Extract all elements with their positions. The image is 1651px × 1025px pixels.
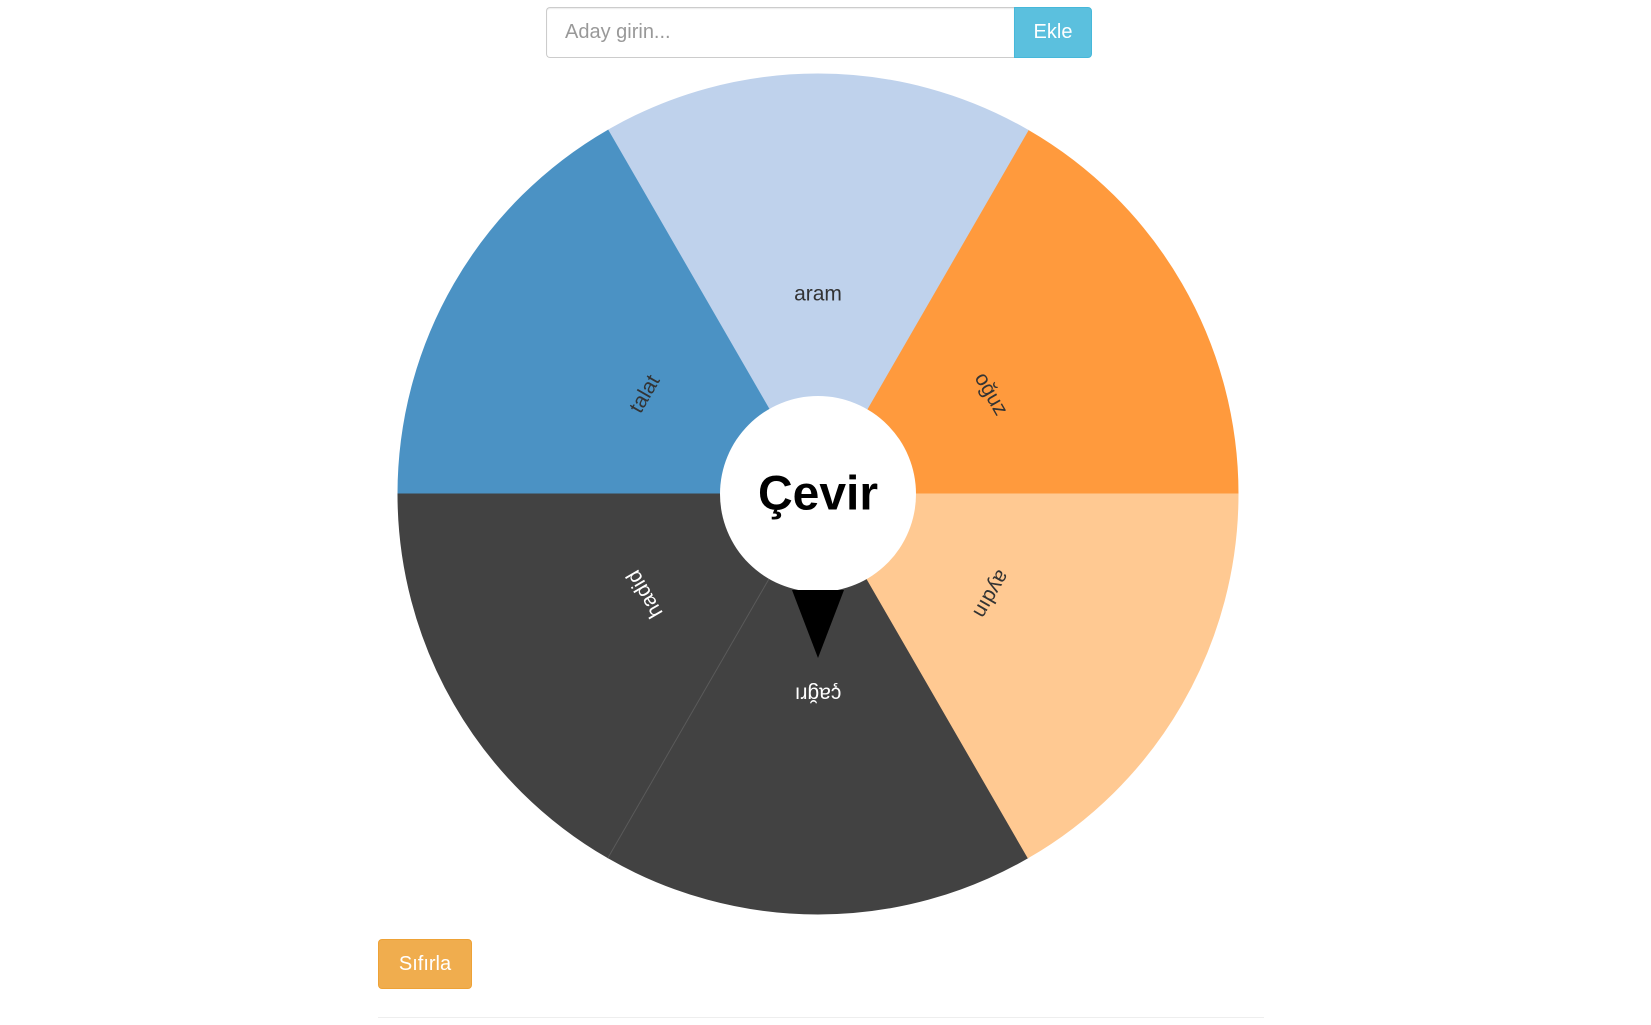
prize-wheel: oğuzaramtalathadidçağrıaydın Çevir [397,73,1239,915]
divider [378,1017,1264,1018]
reset-button[interactable]: Sıfırla [378,939,472,989]
spin-button-label[interactable]: Çevir [758,468,878,521]
wheel-segment-label: çağrı [795,683,842,706]
page: Ekle oğuzaramtalathadidçağrıaydın Çevir … [0,0,1651,1025]
wheel-segment-label: aram [794,283,842,306]
